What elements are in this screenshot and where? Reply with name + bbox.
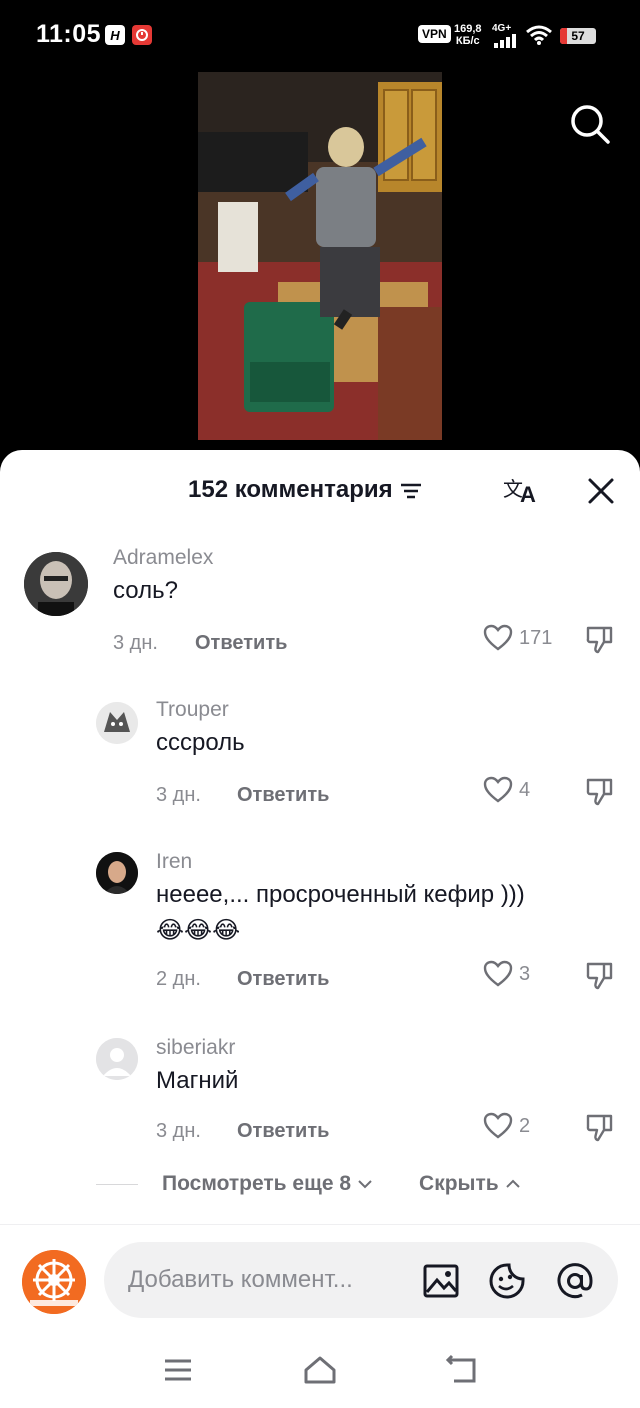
home-icon[interactable] [302, 1354, 338, 1386]
comment-input-bar [104, 1242, 618, 1318]
like-button[interactable]: 3 [483, 960, 530, 988]
comment-input[interactable] [128, 1260, 398, 1300]
like-count: 171 [519, 626, 553, 649]
close-icon[interactable] [584, 474, 618, 508]
comment-username[interactable]: Iren [156, 850, 192, 874]
status-time: 11:05 [36, 20, 102, 48]
comment-username[interactable]: siberiakr [156, 1036, 235, 1060]
network-speed: 169,8 КБ/с [454, 23, 482, 47]
avatar[interactable] [96, 702, 138, 744]
comment-text: сссроль [156, 729, 245, 756]
mention-icon[interactable] [556, 1262, 594, 1300]
dislike-icon[interactable] [584, 960, 616, 992]
comment-date: 2 дн. [156, 968, 201, 990]
like-count: 4 [519, 778, 531, 801]
image-icon[interactable] [422, 1262, 460, 1300]
dislike-icon[interactable] [584, 624, 616, 656]
avatar[interactable] [96, 852, 138, 894]
logo-icon [22, 1250, 86, 1314]
sticker-icon[interactable] [488, 1262, 526, 1300]
input-divider [0, 1224, 640, 1225]
battery-icon: 57 [560, 28, 596, 44]
comment-text: нееее,... просроченный кефир ))) [156, 881, 525, 908]
reply-button[interactable]: Ответить [237, 968, 329, 991]
comment-date: 3 дн. [156, 784, 201, 806]
avatar[interactable] [24, 552, 88, 616]
system-nav-bar [0, 1330, 640, 1408]
video-preview[interactable] [198, 72, 442, 440]
heart-icon [483, 776, 513, 803]
comment-text: соль? [113, 577, 178, 604]
translate-icon[interactable]: 文 A [502, 474, 540, 506]
dislike-icon[interactable] [584, 1112, 616, 1144]
reply-item: Iren нееее,... просроченный кефир ))) 😂😂… [0, 846, 640, 1016]
comment-username[interactable]: Adramelex [113, 546, 213, 570]
view-more-replies-button[interactable]: Посмотреть еще 8 [162, 1172, 373, 1196]
comments-sheet: 152 комментария 文 A Adramelex соль? 3 дн… [0, 450, 640, 1408]
like-button[interactable]: 4 [483, 776, 530, 804]
comment-username[interactable]: Trouper [156, 698, 229, 722]
speed-value: 169,8 [454, 23, 482, 35]
app-h-icon: H [105, 25, 125, 45]
divider-line [96, 1183, 138, 1185]
recorder-icon [132, 25, 152, 45]
sort-icon[interactable] [399, 480, 423, 500]
chevron-down-icon [358, 1180, 372, 1189]
reply-item: siberiakr Магний 3 дн. Ответить 2 [0, 1032, 640, 1162]
battery-level: 57 [571, 29, 585, 43]
comments-title: 152 комментария [188, 476, 423, 504]
default-avatar-icon[interactable] [96, 1038, 138, 1080]
hide-label: Скрыть [419, 1172, 499, 1195]
reply-button[interactable]: Ответить [195, 632, 287, 655]
comment-date: 3 дн. [113, 632, 158, 654]
comment-date: 3 дн. [156, 1120, 201, 1142]
replies-nav: Посмотреть еще 8 Скрыть [96, 1172, 521, 1196]
heart-icon [483, 624, 513, 651]
hide-replies-button[interactable]: Скрыть [419, 1172, 521, 1196]
heart-icon [483, 960, 513, 987]
reply-item: Trouper сссроль 3 дн. Ответить 4 [0, 694, 640, 824]
dislike-icon[interactable] [584, 776, 616, 808]
view-more-label: Посмотреть еще 8 [162, 1172, 352, 1195]
comment-item: Adramelex соль? 3 дн. Ответить 171 [0, 542, 640, 672]
my-avatar[interactable] [22, 1250, 86, 1314]
reply-button[interactable]: Ответить [237, 784, 329, 807]
menu-icon[interactable] [160, 1354, 196, 1386]
reply-button[interactable]: Ответить [237, 1120, 329, 1143]
comments-count: 152 комментария [188, 476, 393, 503]
like-count: 3 [519, 962, 531, 985]
comment-emoji: 😂😂😂 [156, 917, 241, 944]
like-button[interactable]: 171 [483, 624, 552, 652]
wifi-icon [526, 25, 552, 45]
back-icon[interactable] [444, 1354, 480, 1386]
vpn-badge: VPN [418, 25, 451, 43]
signal-icon [494, 34, 516, 48]
status-bar: 11:05 H VPN 169,8 КБ/с 4G+ 57 [0, 0, 640, 72]
speed-unit: КБ/с [455, 35, 480, 47]
network-type: 4G+ [492, 23, 512, 34]
chevron-up-icon [505, 1179, 520, 1188]
comment-text: Магний [156, 1067, 239, 1094]
like-button[interactable]: 2 [483, 1112, 530, 1140]
search-icon[interactable] [568, 102, 612, 146]
svg-text:A: A [520, 482, 536, 506]
video-frame-image [198, 72, 442, 440]
like-count: 2 [519, 1114, 531, 1137]
heart-icon [483, 1112, 513, 1139]
